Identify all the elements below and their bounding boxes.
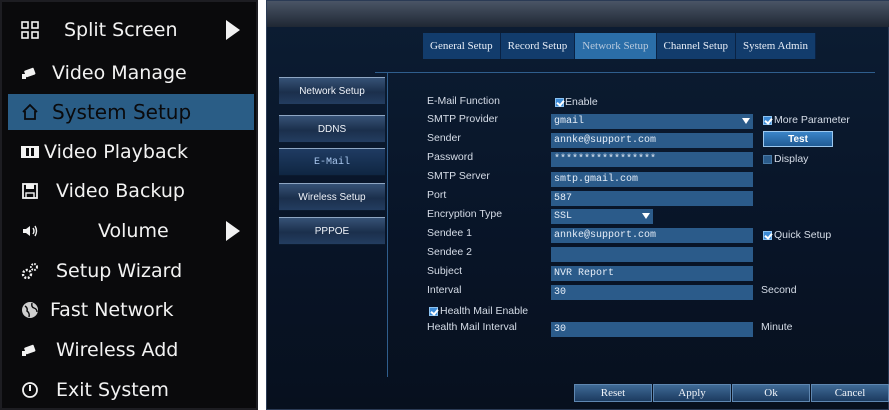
sender-field[interactable]: annke@support.com: [551, 133, 753, 148]
chevron-down-icon: [642, 213, 650, 219]
health-mail-enable-checkbox[interactable]: [429, 307, 438, 316]
apply-button[interactable]: Apply: [653, 384, 731, 402]
menu-item-system-setup[interactable]: System Setup: [8, 94, 254, 130]
quick-setup-label: Quick Setup: [774, 229, 832, 241]
minute-unit-label: Minute: [761, 321, 793, 333]
smtp-provider-select[interactable]: gmail: [551, 114, 753, 129]
interval-label: Interval: [427, 284, 462, 296]
menu-item-video-manage[interactable]: Video Manage: [8, 55, 254, 91]
email-function-label: E-Mail Function: [427, 95, 500, 107]
more-parameter-label: More Parameter: [774, 114, 850, 126]
health-mail-interval-field[interactable]: 30: [551, 322, 753, 337]
encryption-type-select[interactable]: SSL: [551, 209, 653, 224]
smtp-server-field[interactable]: smtp.gmail.com: [551, 172, 753, 187]
subnav-ddns[interactable]: DDNS: [279, 115, 385, 143]
divider: [375, 72, 875, 73]
menu-label: Video Backup: [56, 180, 185, 202]
sendee1-label: Sendee 1: [427, 227, 472, 239]
speaker-icon: [18, 219, 42, 243]
title-bar: [267, 1, 889, 27]
menu-item-video-playback[interactable]: Video Playback: [8, 134, 254, 170]
sender-label: Sender: [427, 132, 461, 144]
grid-icon: [18, 18, 42, 42]
menu-label: Setup Wizard: [56, 260, 183, 282]
settings-window: General Setup Record Setup Network Setup…: [266, 0, 889, 410]
port-field[interactable]: 587: [551, 191, 753, 206]
menu-label: Split Screen: [64, 19, 178, 41]
menu-label: Volume: [98, 220, 169, 242]
password-field[interactable]: *****************: [551, 152, 753, 167]
sendee1-field[interactable]: annke@support.com: [551, 228, 753, 243]
menu-item-video-backup[interactable]: Video Backup: [8, 173, 254, 209]
menu-item-exit-system[interactable]: Exit System: [8, 372, 254, 408]
menu-label: Video Playback: [44, 141, 189, 163]
ok-button[interactable]: Ok: [732, 384, 810, 402]
main-menu: Split Screen Video Manage System Setup V…: [0, 0, 258, 410]
more-parameter-checkbox[interactable]: [763, 116, 772, 125]
tab-general-setup[interactable]: General Setup: [423, 33, 501, 59]
subnav-network-setup[interactable]: Network Setup: [279, 77, 385, 105]
sendee2-label: Sendee 2: [427, 246, 472, 258]
display-label: Display: [774, 153, 809, 165]
bottom-button-bar: Reset Apply Ok Cancel: [574, 384, 889, 402]
test-button[interactable]: Test: [763, 131, 833, 147]
health-mail-interval-label: Health Mail Interval: [427, 321, 517, 333]
enable-label: Enable: [565, 96, 598, 108]
menu-label: Video Manage: [52, 62, 187, 84]
second-unit-label: Second: [761, 284, 797, 296]
subject-field[interactable]: NVR Report: [551, 266, 753, 281]
port-label: Port: [427, 189, 447, 201]
enable-checkbox[interactable]: [555, 98, 564, 107]
camera-icon: [18, 61, 42, 85]
tab-network-setup[interactable]: Network Setup: [575, 33, 657, 59]
camera-icon: [18, 338, 42, 362]
tab-record-setup[interactable]: Record Setup: [500, 33, 576, 59]
home-icon: [18, 100, 42, 124]
subnav-pppoe[interactable]: PPPOE: [279, 217, 385, 245]
chevron-down-icon: [742, 118, 750, 124]
menu-item-split-screen[interactable]: Split Screen: [8, 12, 254, 48]
reset-button[interactable]: Reset: [574, 384, 652, 402]
display-checkbox[interactable]: [763, 155, 772, 164]
power-icon: [18, 378, 42, 402]
tab-system-admin[interactable]: System Admin: [735, 33, 817, 59]
top-tabs: General Setup Record Setup Network Setup…: [423, 33, 817, 59]
sendee2-field[interactable]: [551, 247, 753, 262]
menu-item-wireless-add[interactable]: Wireless Add: [8, 332, 254, 368]
encryption-type-value: SSL: [554, 211, 573, 222]
subject-label: Subject: [427, 265, 463, 277]
menu-item-fast-network[interactable]: Fast Network: [8, 292, 254, 328]
menu-label: Exit System: [56, 379, 169, 401]
chevron-right-icon: [226, 221, 240, 241]
smtp-provider-label: SMTP Provider: [427, 113, 498, 125]
health-mail-enable-label: Health Mail Enable: [440, 305, 529, 317]
interval-field[interactable]: 30: [551, 285, 753, 300]
globe-icon: [18, 298, 42, 322]
menu-item-setup-wizard[interactable]: Setup Wizard: [8, 253, 254, 289]
quick-setup-checkbox[interactable]: [763, 231, 772, 240]
menu-label: System Setup: [52, 100, 192, 124]
floppy-icon: [18, 179, 42, 203]
divider: [387, 72, 388, 377]
smtp-server-label: SMTP Server: [427, 170, 490, 182]
subnav-wireless-setup[interactable]: Wireless Setup: [279, 183, 385, 211]
menu-label: Fast Network: [50, 299, 174, 321]
subnav-email[interactable]: E-Mail: [279, 148, 385, 176]
password-label: Password: [427, 151, 474, 163]
cancel-button[interactable]: Cancel: [811, 384, 889, 402]
gears-icon: [18, 259, 42, 283]
menu-label: Wireless Add: [56, 339, 179, 361]
menu-item-volume[interactable]: Volume: [8, 213, 254, 249]
chevron-right-icon: [226, 20, 240, 40]
smtp-provider-value: gmail: [554, 116, 585, 127]
tab-channel-setup[interactable]: Channel Setup: [656, 33, 736, 59]
encryption-type-label: Encryption Type: [427, 208, 503, 220]
film-icon: [18, 140, 42, 164]
